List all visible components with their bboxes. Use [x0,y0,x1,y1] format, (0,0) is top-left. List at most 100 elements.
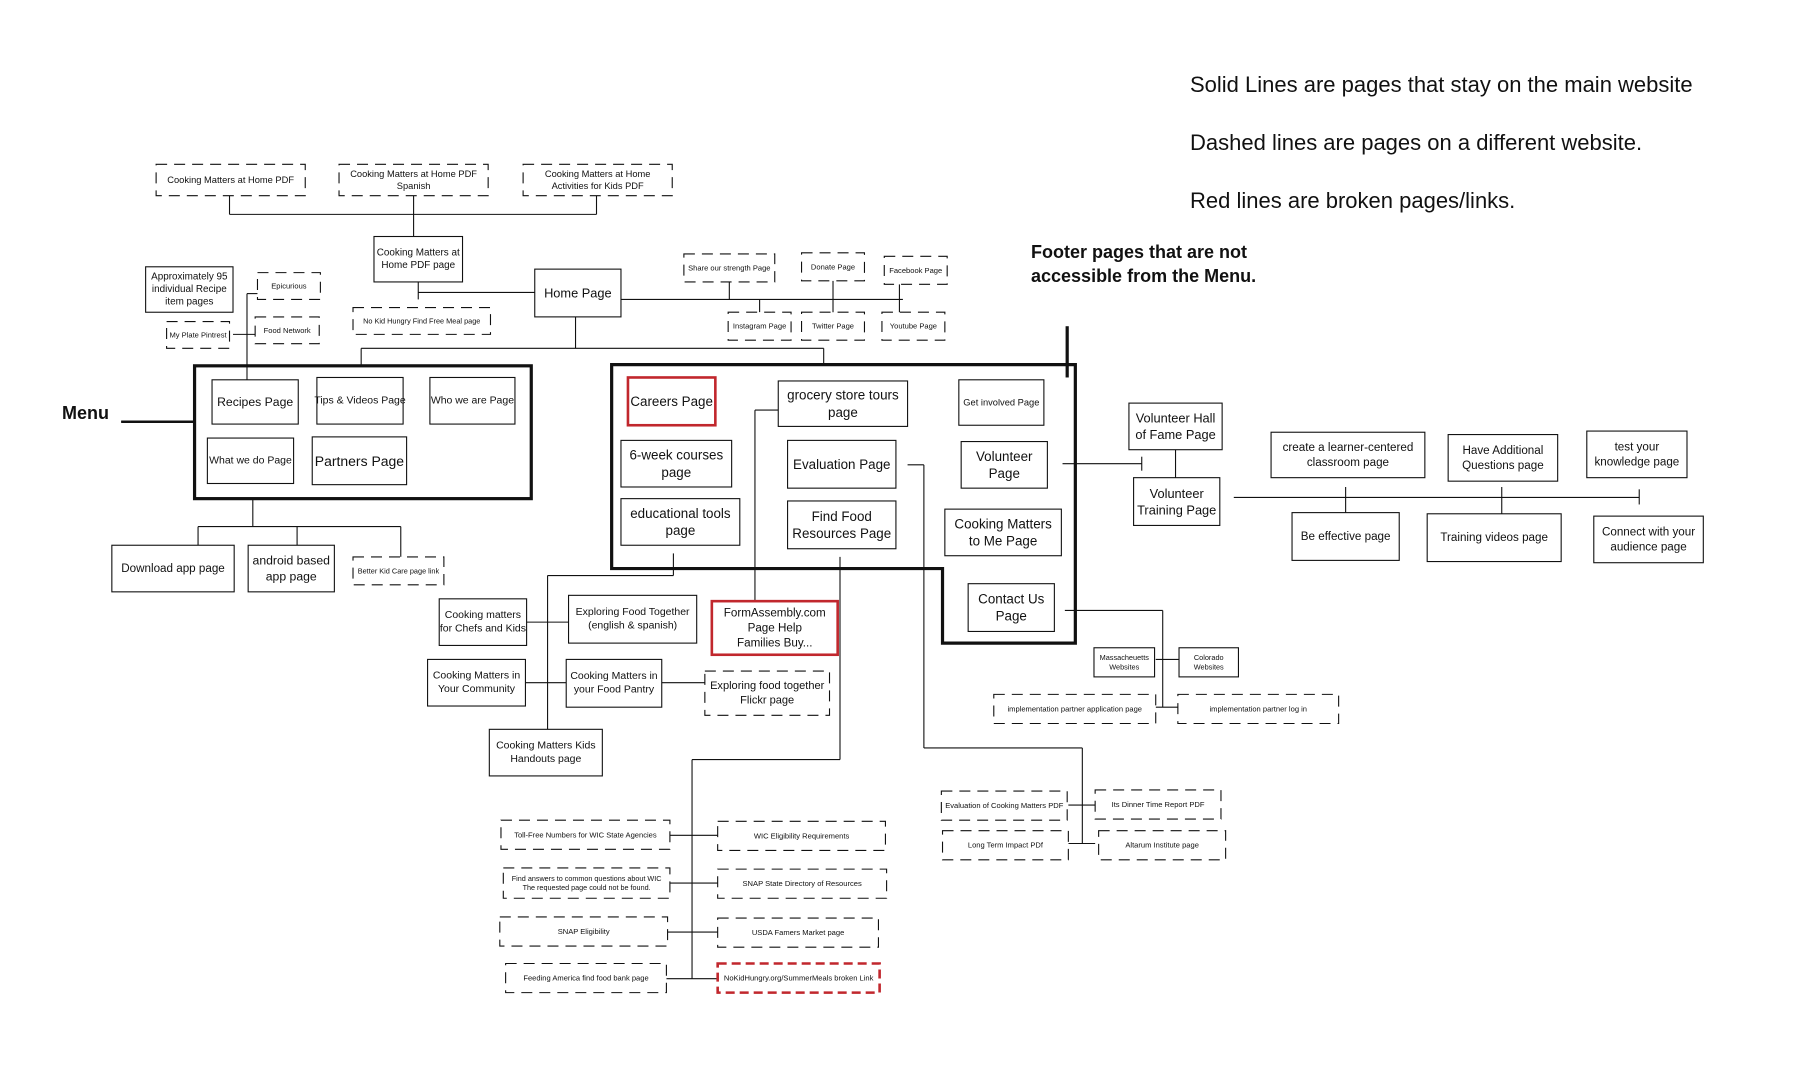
node-label: page [666,523,696,538]
node-label: Partners Page [315,453,405,469]
node-label: Cooking Matters in [433,671,520,682]
node-be-effective: Be effective page [1291,512,1400,561]
node-kids-handouts: Cooking Matters Kids Handouts page [488,728,603,777]
node-label: create a learner-centered [1283,441,1414,454]
node-label: Connect with your [1602,525,1695,538]
node-evaluation: Evaluation Page [787,439,897,489]
node-label: Facebook Page [889,266,942,275]
node-label: The requested page could not be found. [523,883,651,892]
node-label: Cooking Matters at [377,247,460,258]
node-label: Who we are Page [431,395,514,406]
node-label: Youtube Page [890,322,937,331]
node-label: No Kid Hungry Find Free Meal page [363,316,480,325]
node-recipes-95: Approximately 95 individual Recipe item pa… [145,266,234,313]
node-better-kid-care: Better Kid Care page link [352,556,445,586]
node-box [438,598,528,646]
node-label: android based [253,554,331,568]
node-snap-eligibility: SNAP Eligibility [499,916,669,947]
node-label: Flickr page [740,694,794,706]
node-test-knowledge: test your knowledge page [1586,430,1688,479]
page-nodes: Cooking Matters at Home PDFCooking Matte… [111,163,1704,994]
node-six-week: 6-week courses page [620,439,733,488]
node-label: Home PDF page [381,260,455,271]
node-my-plate: My Plate Pintrest [166,321,231,349]
node-label: Share our strength Page [688,263,770,272]
node-tips-videos: Tips & Videos Page [314,376,406,425]
node-volunteer: Volunteer Page [960,441,1048,489]
node-impl-partner-login: implementation partner log in [1177,693,1340,725]
node-epicurious: Epicurious [256,272,321,300]
node-connect-audience: Connect with your audience page [1593,515,1704,564]
node-label: Instagram Page [733,322,786,331]
node-label: test your [1615,440,1660,453]
node-snap-directory: SNAP State Directory of Resources [717,868,888,899]
node-label: Resources Page [792,526,891,541]
node-label: Websites [1194,663,1224,672]
node-label: Approximately 95 [151,271,228,282]
node-android-app: android basedapp page [247,544,335,593]
node-educational-tools: educational tools page [620,498,741,546]
node-no-kid-hungry-find: No Kid Hungry Find Free Meal page [352,307,492,335]
node-label: FormAssembly.com [724,607,826,620]
node-home-page: Home Page [534,268,622,318]
node-label: Exploring food together [710,680,825,692]
node-impl-partner-app: implementation partner application page [993,693,1157,725]
node-label: app page [266,569,317,583]
node-vol-hall-fame: Volunteer Hallof Fame Page [1128,402,1223,451]
node-label: of Fame Page [1135,427,1215,442]
node-label: Home Page [544,286,612,301]
node-label: Cooking Matters Kids [496,740,596,751]
sitemap-diagram: Cooking Matters at Home PDFCooking Matte… [111,163,1704,994]
node-label: Volunteer [976,449,1033,464]
node-massachusetts: MassacheuettsWebsites [1093,647,1156,678]
node-label: Cooking Matters at Home PDF [350,169,477,179]
node-label: item pages [165,297,213,308]
node-label: individual Recipe [152,284,227,295]
node-label: Page Help [748,621,802,634]
node-label: Toll-Free Numbers for WIC State Agencies [514,830,657,839]
node-label: Your Community [438,684,516,695]
node-cm-home-pdf-spanish: Cooking Matters at Home PDF Spanish [338,163,489,197]
node-cm-community: Cooking Matters in Your Community [427,658,526,707]
node-label: Download app page [121,562,225,575]
node-facebook: Facebook Page [883,255,948,285]
node-label: implementation partner application page [1007,704,1142,713]
node-have-questions: Have Additional Questions page [1447,434,1559,482]
node-donate: Donate Page [801,252,866,282]
node-box [567,594,698,644]
node-label: Cooking Matters at Home [545,169,651,179]
node-label: What we do Page [209,455,292,466]
node-nokidhungry-broken: NoKidHungry.org/SummerMeals broken Link [716,962,881,994]
node-label: Donate Page [811,262,855,271]
node-label: (english & spanish) [588,620,677,631]
node-learner-centered: create a learner-centered classroom page [1270,431,1426,479]
node-long-term: Long Term Impact PDf [941,830,1069,861]
node-label: Activities for Kids PDF [552,181,644,191]
node-label: Websites [1109,663,1139,672]
node-label: Tips & Videos Page [314,395,406,406]
node-cm-pantry: Cooking Matters in your Food Pantry [565,658,663,708]
node-twitter: Twitter Page [801,311,866,341]
node-what-we-do: What we do Page [206,437,295,485]
node-recipes-page: Recipes Page [211,379,299,425]
node-label: Cooking Matters at Home PDF [167,175,294,185]
node-label: Get involved Page [963,398,1039,408]
node-chefs-kids: Cooking matters for Chefs and Kids [438,598,528,646]
node-label: page [828,405,858,420]
node-label: Training videos page [1440,531,1548,544]
node-eval-cm-pdf: Evaluation of Cooking Matters PDF [940,790,1068,821]
node-box [565,658,663,708]
node-partners: Partners Page [311,436,408,486]
node-download-app: Download app page [111,544,235,593]
node-label: 6-week courses [629,448,723,463]
node-label: Spanish [397,181,431,191]
node-vol-training: VolunteerTraining Page [1133,477,1221,526]
node-label: Training Page [1137,502,1216,517]
node-label: knowledge page [1594,455,1679,468]
node-altarum: Altarum Institute page [1098,830,1227,861]
node-cm-to-me: Cooking Matters to Me Page [944,508,1062,557]
node-label: Epicurious [271,282,307,291]
node-who-we-are: Who we are Page [429,376,516,425]
node-label: Food Network [264,326,311,335]
node-label: Cooking matters [445,610,521,621]
